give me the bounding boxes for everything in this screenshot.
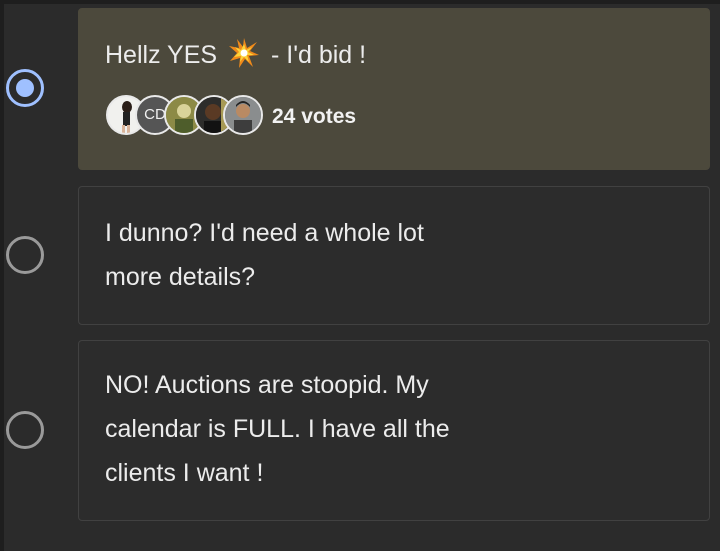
- collision-icon: [229, 38, 260, 68]
- radio-button[interactable]: [6, 411, 44, 449]
- option-card[interactable]: Hellz YES - I'd bid ! CD 24 votes: [78, 8, 710, 170]
- poll-option-2[interactable]: I dunno? I'd need a whole lot more detai…: [0, 175, 720, 335]
- radio-button-selected[interactable]: [6, 69, 44, 107]
- poll-option-3[interactable]: NO! Auctions are stoopid. My calendar is…: [0, 335, 720, 535]
- radio-dot: [16, 79, 34, 97]
- option-label: NO! Auctions are stoopid. My calendar is…: [105, 371, 450, 487]
- poll-option-1[interactable]: Hellz YES - I'd bid ! CD 24 votes: [0, 0, 720, 175]
- option-label-text-suffix: - I'd bid !: [271, 41, 367, 69]
- option-label: Hellz YES - I'd bid !: [105, 33, 366, 77]
- option-label-text: Hellz YES: [105, 41, 218, 69]
- avatar: [223, 95, 263, 135]
- option-card[interactable]: NO! Auctions are stoopid. My calendar is…: [78, 340, 710, 521]
- vote-count: 24 votes: [272, 105, 357, 128]
- radio-button[interactable]: [6, 236, 44, 274]
- option-card[interactable]: I dunno? I'd need a whole lot more detai…: [78, 186, 710, 325]
- option-label: I dunno? I'd need a whole lot more detai…: [105, 219, 424, 291]
